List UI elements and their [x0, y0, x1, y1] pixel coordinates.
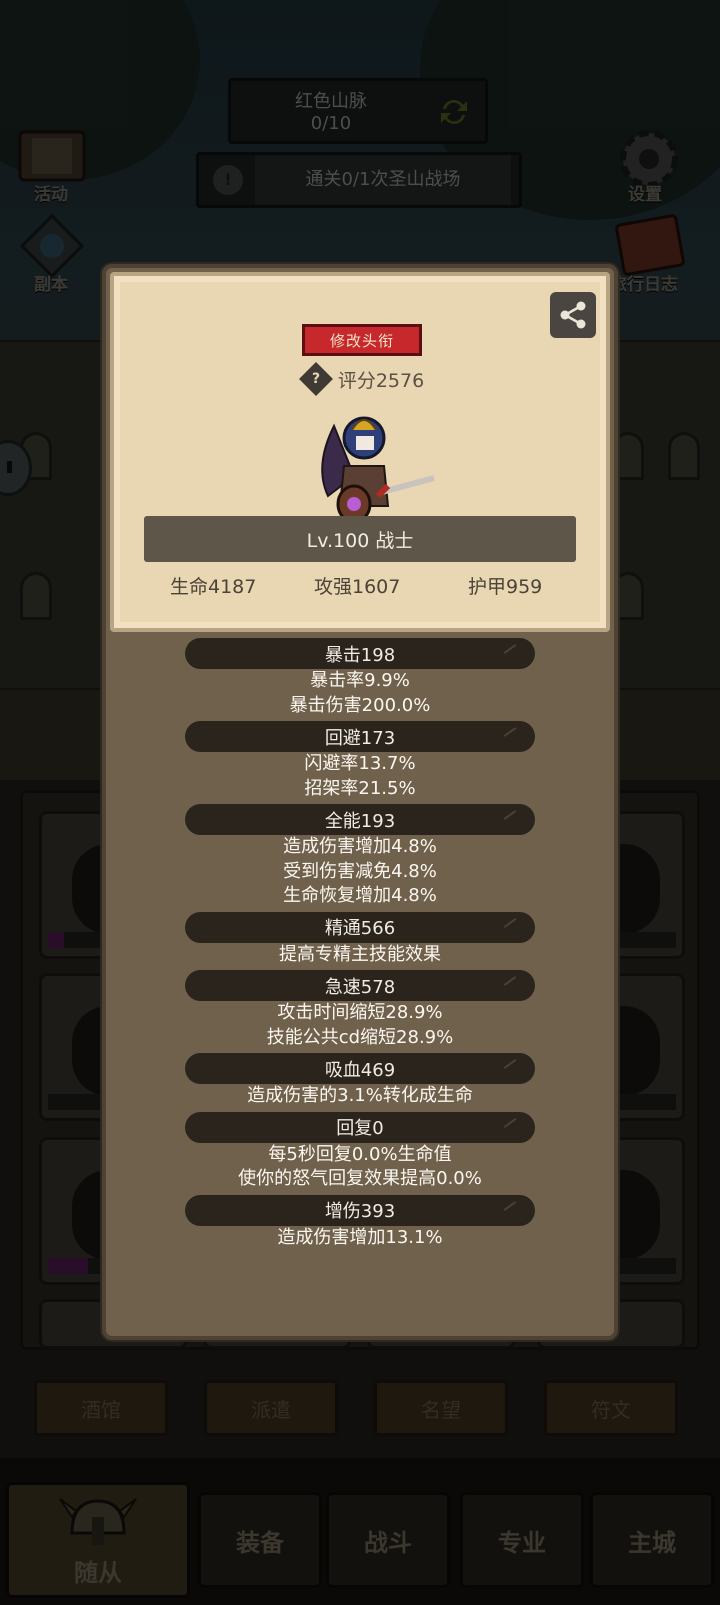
score-text: 评分2576	[337, 369, 425, 392]
stat-group: 精通566 提高专精主技能效果	[106, 911, 614, 968]
stat-detail: 技能公共cd缩短28.9%	[266, 1026, 454, 1048]
stat-detail: 造成伤害增加4.8%	[283, 836, 437, 857]
score-row: ? 评分2576	[114, 362, 614, 396]
attack-stat: 攻强1607	[314, 576, 401, 598]
stat-group: 暴击198 暴击率9.9% 暴击伤害200.0%	[106, 638, 614, 718]
stat-group: 全能193 造成伤害增加4.8% 受到伤害减免4.8% 生命恢复增加4.8%	[106, 804, 614, 909]
stat-detail: 攻击时间缩短28.9%	[277, 1002, 443, 1023]
stat-detail: 每5秒回复0.0%生命值	[268, 1143, 452, 1165]
stat-header: 急速578	[185, 970, 535, 1001]
stat-group: 吸血469 造成伤害的3.1%转化成生命	[106, 1053, 614, 1109]
stat-group: 增伤393 造成伤害增加13.1%	[106, 1194, 614, 1251]
stat-header: 精通566	[185, 911, 535, 943]
stat-header: 暴击198	[185, 638, 535, 669]
character-card: 修改头衔 ? 评分2576 Lv.100 战士 生命4187 攻强1607 护甲…	[110, 272, 610, 632]
hp-stat: 生命4187	[170, 576, 257, 598]
armor-stat: 护甲959	[468, 576, 543, 598]
character-stats-modal: 修改头衔 ? 评分2576 Lv.100 战士 生命4187 攻强1607 护甲…	[102, 264, 618, 1340]
stat-header: 增伤393	[185, 1194, 535, 1226]
warrior-portrait	[321, 416, 435, 524]
stat-detail: 造成伤害的3.1%转化成生命	[247, 1085, 473, 1106]
stat-detail: 使你的怒气回复效果提高0.0%	[238, 1168, 482, 1189]
stat-detail: 受到伤害减免4.8%	[283, 860, 437, 882]
edit-title-label: 修改头衔	[329, 331, 394, 350]
help-icon[interactable]: ?	[298, 362, 333, 396]
stat-group: 急速578 攻击时间缩短28.9% 技能公共cd缩短28.9%	[106, 970, 614, 1050]
share-button[interactable]	[550, 292, 596, 338]
secondary-stats-list: 暴击198 暴击率9.9% 暴击伤害200.0% 回避173 闪避率13.7% 招架率21…	[106, 638, 614, 1253]
stat-header: 回复0	[185, 1111, 535, 1143]
level-class-bar: Lv.100 战士	[144, 516, 576, 562]
share-icon	[560, 301, 586, 329]
stat-header: 全能193	[185, 804, 535, 835]
stat-detail: 提高专精主技能效果	[279, 943, 441, 965]
stat-group: 回避173 闪避率13.7% 招架率21.5%	[106, 721, 614, 801]
stat-detail: 招架率21.5%	[304, 777, 416, 799]
stat-detail: 闪避率13.7%	[304, 753, 416, 774]
stat-detail: 暴击率9.9%	[310, 670, 410, 691]
stat-header: 回避173	[185, 721, 535, 752]
stat-detail: 生命恢复增加4.8%	[283, 885, 437, 906]
stat-detail: 造成伤害增加13.1%	[277, 1226, 443, 1248]
stat-detail: 暴击伤害200.0%	[289, 694, 431, 716]
edit-title-button[interactable]: 修改头衔	[302, 324, 422, 356]
stat-group: 回复0 每5秒回复0.0%生命值使你的怒气回复效果提高0.0%	[106, 1111, 614, 1192]
stat-header: 吸血469	[185, 1053, 535, 1084]
level-class-text: Lv.100 战士	[306, 529, 414, 552]
